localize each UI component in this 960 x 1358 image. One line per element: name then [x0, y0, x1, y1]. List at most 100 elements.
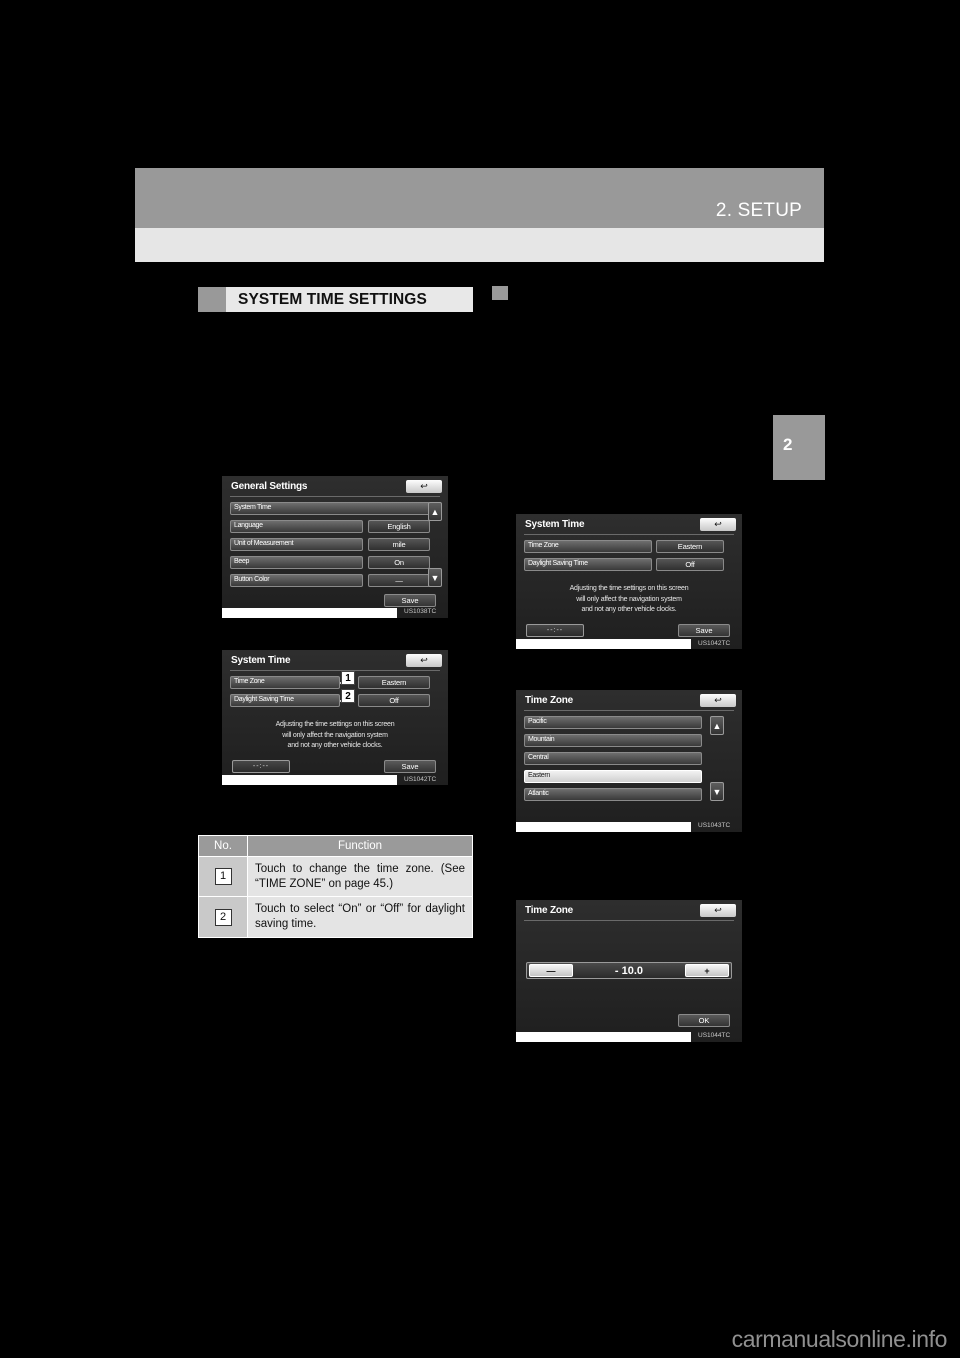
info-note-line: will only affect the navigation system [576, 595, 682, 603]
list-item-pacific[interactable]: Pacific [524, 716, 702, 729]
row-beep[interactable]: Beep [230, 556, 363, 569]
row-label: Button Color [234, 576, 270, 583]
scroll-down-icon[interactable]: ▼ [428, 568, 442, 587]
clock-display[interactable]: --:-- [526, 624, 584, 637]
value-time-zone[interactable]: Eastern [358, 676, 430, 689]
scroll-down-icon[interactable]: ▼ [710, 782, 724, 801]
row-label: Unit of Measurement [234, 540, 294, 547]
clock-display[interactable]: --:-- [232, 760, 290, 773]
info-note: Adjusting the time settings on this scre… [516, 584, 742, 616]
callout-badge-1: 1 [341, 671, 355, 685]
info-note-line: and not any other vehicle clocks. [581, 606, 677, 613]
value-beep[interactable]: On [368, 556, 430, 569]
back-arrow-icon[interactable]: ↩ [406, 654, 442, 667]
callout-badge: 2 [214, 908, 232, 926]
table-cell-no: 2 [198, 896, 248, 938]
info-note-line: Adjusting the time settings on this scre… [275, 721, 395, 728]
table-header-function: Function [247, 835, 473, 857]
row-unit-of-measurement[interactable]: Unit of Measurement [230, 538, 363, 551]
row-time-zone[interactable]: Time Zone [230, 676, 340, 689]
callout-badge-2: 2 [341, 689, 355, 703]
row-label: Time Zone [528, 542, 559, 549]
figure-caption: US1042TC [404, 776, 437, 783]
plus-button[interactable]: + [685, 964, 729, 977]
page-title: 2. SETUP [715, 200, 802, 221]
ok-button[interactable]: OK [678, 1014, 730, 1027]
nav-bottom-bar [222, 608, 397, 618]
screenshot-system-time: System Time ↩ Time Zone Eastern Daylight… [516, 514, 742, 649]
table-header-no: No. [198, 835, 248, 857]
nav-screen-title: Time Zone [525, 905, 574, 916]
value-language[interactable]: English [368, 520, 430, 533]
table-row: 1 Touch to change the time zone. (See “T… [198, 855, 473, 898]
screenshot-time-zone-list: Time Zone ↩ Pacific Mountain Central Eas… [516, 690, 742, 832]
site-watermark: carmanualsonline.info [731, 1326, 948, 1352]
row-label: Language [234, 522, 263, 529]
nav-bottom-bar [516, 639, 691, 649]
list-item-label: Mountain [528, 736, 555, 743]
back-arrow-icon[interactable]: ↩ [700, 904, 736, 917]
list-item-atlantic[interactable]: Atlantic [524, 788, 702, 801]
list-item-label: Atlantic [528, 790, 549, 797]
table-cell-function: Touch to change the time zone. (See “TIM… [247, 855, 473, 898]
table-row: 2 Touch to select “On” or “Off” for dayl… [198, 896, 473, 938]
list-item-label: Pacific [528, 718, 547, 725]
value-daylight-saving-time[interactable]: Off [656, 558, 724, 571]
nav-bottom-bar [516, 1032, 691, 1042]
row-daylight-saving-time[interactable]: Daylight Saving Time [230, 694, 340, 707]
back-arrow-icon[interactable]: ↩ [700, 694, 736, 707]
figure-caption: US1043TC [698, 822, 731, 829]
section-heading-swatch [198, 287, 226, 312]
list-item-mountain[interactable]: Mountain [524, 734, 702, 747]
screenshot-general-settings: General Settings ↩ System Time Language … [222, 476, 448, 618]
table-cell-no: 1 [198, 855, 248, 898]
row-label: Time Zone [234, 678, 265, 685]
stepper-value: - 10.0 [614, 965, 644, 977]
title-divider [230, 496, 440, 497]
list-item-label: Central [528, 754, 549, 761]
list-item-eastern[interactable]: Eastern [524, 770, 702, 783]
value-unit-of-measurement[interactable]: mile [368, 538, 430, 551]
value-time-zone[interactable]: Eastern [656, 540, 724, 553]
nav-screen-title: System Time [525, 519, 585, 530]
save-button[interactable]: Save [384, 594, 436, 607]
nav-screen-title: General Settings [231, 481, 308, 492]
page-subheader-band [135, 228, 824, 262]
screenshot-time-zone-adjust: Time Zone ↩ — - 10.0 + OK [516, 900, 742, 1042]
row-label: Daylight Saving Time [234, 696, 294, 703]
value-button-color[interactable]: — [368, 574, 430, 587]
minus-button[interactable]: — [529, 964, 573, 977]
bullet-square-marker [492, 286, 508, 300]
row-time-zone[interactable]: Time Zone [524, 540, 652, 553]
info-note-line: and not any other vehicle clocks. [287, 742, 383, 749]
info-note-line: will only affect the navigation system [282, 731, 388, 739]
page-header-band: 2. SETUP [135, 168, 824, 228]
table-header-row: No. Function [198, 835, 473, 857]
list-item-label: Eastern [528, 772, 551, 779]
row-label: System Time [234, 504, 272, 511]
scroll-up-icon[interactable]: ▲ [428, 502, 442, 521]
callout-badge: 1 [214, 868, 232, 886]
title-divider [524, 534, 734, 535]
figure-caption: US1042TC [698, 640, 731, 647]
value-daylight-saving-time[interactable]: Off [358, 694, 430, 707]
row-language[interactable]: Language [230, 520, 363, 533]
row-daylight-saving-time[interactable]: Daylight Saving Time [524, 558, 652, 571]
back-arrow-icon[interactable]: ↩ [406, 480, 442, 493]
back-arrow-icon[interactable]: ↩ [700, 518, 736, 531]
row-label: Daylight Saving Time [528, 560, 588, 567]
row-button-color[interactable]: Button Color [230, 574, 363, 587]
title-divider [524, 920, 734, 921]
row-system-time[interactable]: System Time [230, 502, 430, 515]
figure-caption: US1038TC [404, 608, 437, 615]
title-divider [230, 670, 440, 671]
save-button[interactable]: Save [384, 760, 436, 773]
chapter-tab: 2 [773, 415, 825, 480]
info-note: Adjusting the time settings on this scre… [222, 720, 448, 752]
chapter-tab-number: 2 [783, 435, 793, 454]
table-cell-function: Touch to select “On” or “Off” for daylig… [247, 896, 473, 938]
save-button[interactable]: Save [678, 624, 730, 637]
nav-bottom-bar [222, 775, 397, 785]
scroll-up-icon[interactable]: ▲ [710, 716, 724, 735]
list-item-central[interactable]: Central [524, 752, 702, 765]
